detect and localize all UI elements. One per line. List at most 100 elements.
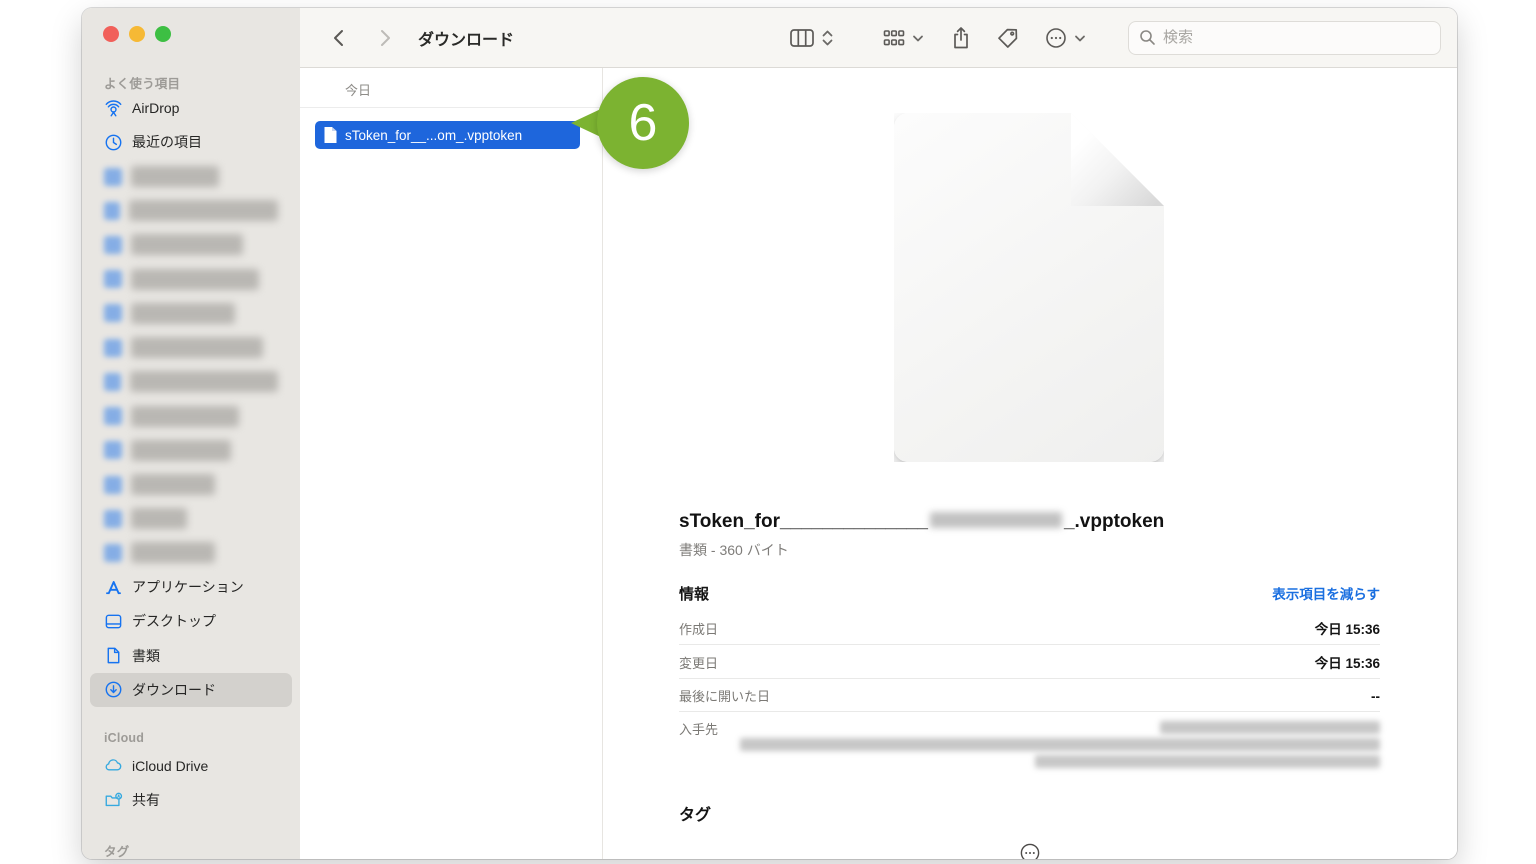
- sidebar-item-airdrop[interactable]: AirDrop: [82, 91, 300, 125]
- share-icon[interactable]: [950, 25, 972, 51]
- show-fewer-items-link[interactable]: 表示項目を減らす: [1272, 583, 1380, 603]
- redacted-label: [129, 200, 278, 221]
- redacted-label: [130, 371, 278, 392]
- redacted-label: [131, 166, 219, 187]
- sidebar-section-tags: タグ: [82, 841, 300, 859]
- toolbar-controls: [789, 21, 1457, 55]
- document-fold-corner: [1071, 113, 1164, 206]
- folder-icon-redacted: [104, 236, 122, 254]
- folder-icon-redacted: [104, 202, 120, 220]
- sidebar-item-documents[interactable]: 書類: [82, 639, 300, 673]
- folder-icon-redacted: [104, 441, 122, 459]
- sidebar-item-redacted[interactable]: [82, 331, 300, 365]
- redacted-label: [131, 337, 263, 358]
- sidebar-item-redacted[interactable]: [82, 365, 300, 399]
- redacted-line: [1160, 721, 1380, 734]
- search-input[interactable]: [1163, 29, 1430, 46]
- info-row-last-opened: 最後に開いた日 --: [679, 679, 1380, 712]
- redacted-label: [131, 303, 235, 324]
- finder-window: よく使う項目 AirDrop: [82, 8, 1457, 859]
- folder-icon-redacted: [104, 373, 121, 391]
- tag-icon[interactable]: [996, 26, 1020, 50]
- sidebar-item-redacted[interactable]: [82, 296, 300, 330]
- info-row-source: 入手先: [679, 712, 1380, 774]
- sidebar-item-desktop[interactable]: デスクトップ: [82, 604, 300, 638]
- sidebar-item-label: 最近の項目: [132, 132, 202, 152]
- sidebar-item-applications[interactable]: アプリケーション: [82, 570, 300, 604]
- sidebar-item-redacted[interactable]: [82, 399, 300, 433]
- preview-pane: sToken_for______________ _.vpptoken 書類 - …: [603, 68, 1457, 859]
- info-row-created: 作成日 今日 15:36: [679, 611, 1380, 645]
- sidebar-item-redacted[interactable]: [82, 262, 300, 296]
- info-label: 変更日: [679, 653, 718, 672]
- cloud-icon: [104, 756, 123, 775]
- app-store-icon: [104, 578, 123, 597]
- ellipsis-circle-icon[interactable]: [1018, 841, 1042, 859]
- redacted-file-name-segment: [930, 512, 1062, 528]
- sidebar-item-label: ダウンロード: [132, 680, 216, 700]
- chevrons-up-down-icon: [821, 27, 834, 49]
- info-label: 作成日: [679, 619, 718, 638]
- sidebar-item-redacted[interactable]: [82, 228, 300, 262]
- folder-icon-redacted: [104, 476, 122, 494]
- sidebar-item-redacted[interactable]: [82, 159, 300, 193]
- document-page: [894, 113, 1164, 462]
- folder-icon-redacted: [104, 168, 122, 186]
- redacted-line: [740, 738, 1380, 751]
- group-header-today: 今日: [300, 68, 602, 108]
- minimize-button[interactable]: [129, 26, 145, 42]
- info-section-title: 情報: [679, 583, 709, 604]
- document-icon: [104, 646, 123, 665]
- sidebar-item-label: デスクトップ: [132, 611, 216, 631]
- redacted-line: [1035, 755, 1380, 768]
- step-callout: 6: [597, 77, 689, 169]
- download-icon: [104, 680, 123, 699]
- sidebar-item-shared[interactable]: 共有: [82, 783, 300, 817]
- folder-icon-redacted: [104, 270, 122, 288]
- sidebar-item-label: 共有: [132, 790, 160, 810]
- group-by-control[interactable]: [882, 27, 924, 49]
- sidebar-item-downloads[interactable]: ダウンロード: [82, 673, 300, 707]
- sidebar-item-label: iCloud Drive: [132, 758, 208, 774]
- redacted-label: [131, 474, 215, 495]
- sidebar-item-redacted[interactable]: [82, 536, 300, 570]
- clock-icon: [104, 133, 123, 152]
- search-field[interactable]: [1128, 21, 1441, 55]
- sidebar-item-redacted[interactable]: [82, 433, 300, 467]
- preview-file-name: sToken_for______________ _.vpptoken: [679, 511, 1380, 533]
- file-name-suffix: _.vpptoken: [1064, 511, 1164, 532]
- file-name-prefix: sToken_for______________: [679, 511, 928, 532]
- more-actions-control[interactable]: [1044, 26, 1086, 50]
- sidebar-item-icloud-drive[interactable]: iCloud Drive: [82, 749, 300, 783]
- window-title: ダウンロード: [418, 26, 514, 50]
- sidebar-item-redacted[interactable]: [82, 502, 300, 536]
- redacted-label: [131, 440, 231, 461]
- sidebar-item-redacted[interactable]: [82, 194, 300, 228]
- redacted-label: [131, 508, 187, 529]
- screenshot-stage: よく使う項目 AirDrop: [0, 0, 1536, 864]
- chevron-down-icon: [912, 27, 924, 49]
- tags-section-title: タグ: [679, 801, 1380, 825]
- callout-number: 6: [629, 97, 658, 149]
- folder-icon-redacted: [104, 339, 122, 357]
- sidebar-item-redacted[interactable]: [82, 467, 300, 501]
- folder-icon-redacted: [104, 544, 122, 562]
- back-button[interactable]: [330, 27, 348, 49]
- zoom-button[interactable]: [155, 26, 171, 42]
- sidebar-item-label: 書類: [132, 646, 160, 666]
- redacted-source-url: [740, 721, 1380, 768]
- view-control[interactable]: [789, 27, 834, 49]
- sidebar-item-recents[interactable]: 最近の項目: [82, 125, 300, 159]
- close-button[interactable]: [103, 26, 119, 42]
- folder-icon-redacted: [104, 510, 122, 528]
- traffic-lights: [82, 8, 300, 42]
- main-area: ダウンロード: [300, 8, 1457, 859]
- shared-folder-icon: [104, 791, 123, 810]
- redacted-label: [131, 269, 259, 290]
- info-value: 今日 15:36: [1315, 618, 1380, 638]
- info-value: --: [1371, 689, 1380, 704]
- file-row-selected[interactable]: sToken_for__...om_.vpptoken: [315, 121, 580, 149]
- forward-button[interactable]: [376, 27, 394, 49]
- preview-file-meta: 書類 - 360 バイト: [679, 540, 1380, 560]
- info-label: 最後に開いた日: [679, 686, 770, 705]
